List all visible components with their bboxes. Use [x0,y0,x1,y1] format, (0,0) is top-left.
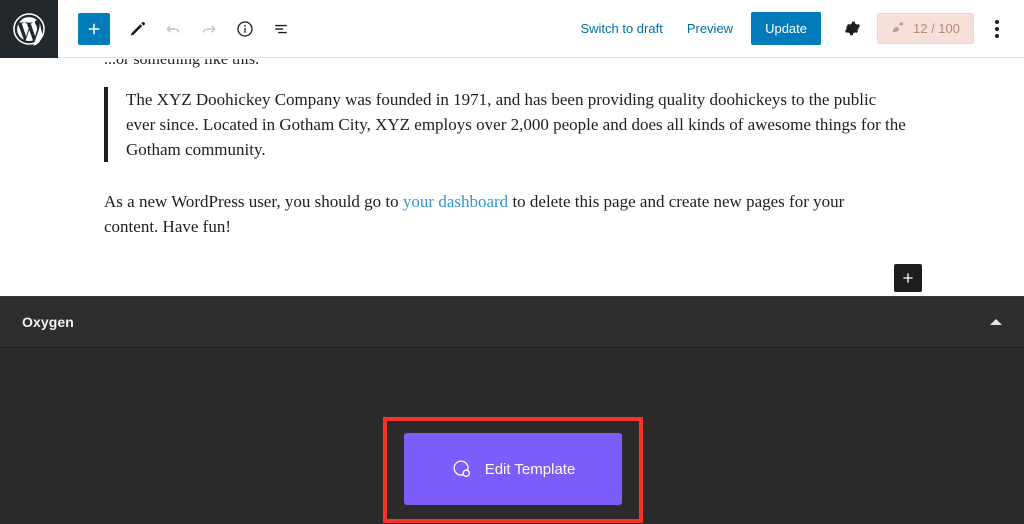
oxygen-panel-header[interactable]: Oxygen [0,296,1024,348]
edit-template-button[interactable]: Edit Template [404,433,622,505]
edit-template-label: Edit Template [484,460,576,478]
quote-block[interactable]: The XYZ Doohickey Company was founded in… [104,87,909,162]
tools-pencil-button[interactable] [120,12,154,46]
more-options-button[interactable] [980,11,1014,47]
add-block-button[interactable] [78,12,110,45]
block-appender-button[interactable] [894,264,922,292]
update-button[interactable]: Update [751,12,821,45]
plus-icon [88,23,100,34]
editor-toolbar: Switch to draft Preview Update 12 / 100 [0,0,1024,58]
seo-score-label: 12 / 100 [913,21,960,36]
document-info-button[interactable] [228,12,262,46]
oxygen-panel-body: Edit Template This post is being rendere… [0,348,1024,523]
kebab-menu-icon [995,19,999,24]
kebab-menu-icon [995,33,999,38]
dashboard-link[interactable]: your dashboard [403,192,508,211]
list-view-icon [275,24,287,33]
plus-icon [903,273,913,283]
undo-button[interactable] [156,12,190,46]
info-circle-icon [237,20,253,37]
switch-to-draft-button[interactable]: Switch to draft [568,13,674,44]
yoast-seo-icon [891,21,906,36]
caret-up-icon [990,319,1002,325]
kebab-menu-icon [995,26,999,31]
oxygen-panel-collapse-button[interactable] [986,312,1006,332]
toolbar-right-group: Switch to draft Preview Update 12 / 100 [568,11,1024,47]
partial-text-line[interactable]: ...or something like this. [104,59,259,69]
preview-button[interactable]: Preview [675,13,745,44]
pencil-icon [130,22,145,36]
seo-score-badge[interactable]: 12 / 100 [877,13,974,44]
paragraph-block[interactable]: As a new WordPress user, you should go t… [104,189,899,239]
paragraph-text-before-link: As a new WordPress user, you should go t… [104,192,403,211]
oxygen-metabox-panel: Oxygen Edit Template This post is being … [0,296,1024,524]
settings-button[interactable] [833,11,869,47]
gear-icon [844,21,860,36]
toolbar-left-group [58,12,298,46]
oxygen-logo-icon [451,458,473,480]
wordpress-block-editor: Switch to draft Preview Update 12 / 100 [0,0,1024,524]
redo-button[interactable] [192,12,226,46]
list-view-button[interactable] [264,12,298,46]
redo-arrow-icon [202,24,216,33]
wordpress-logo-icon[interactable] [0,0,58,58]
editor-canvas[interactable]: ...or something like this. The XYZ Doohi… [0,59,1024,296]
quote-text[interactable]: The XYZ Doohickey Company was founded in… [126,87,909,162]
oxygen-panel-title: Oxygen [22,314,74,330]
undo-arrow-icon [166,24,180,33]
